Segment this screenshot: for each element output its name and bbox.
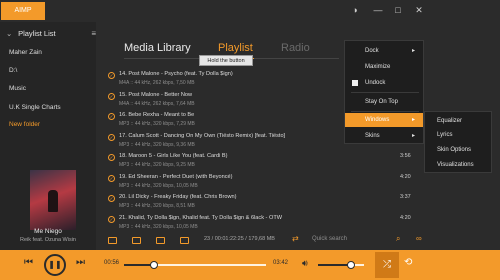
track-title: 16. Bebe Rexha - Meant to Be: [119, 112, 195, 118]
context-menu: Dock ▸ Maximize Undock Stay On Top Window…: [344, 40, 424, 144]
player-bar: ⏮ ❚❚ ⏭ 00:56 03:42 🔊︎ ⤮ ⟲: [0, 250, 500, 280]
playlist-info: 23 / 00:01:22:25 / 179,68 MB: [204, 236, 275, 242]
submenu-item-skin-options[interactable]: Skin Options: [437, 147, 471, 153]
sidebar-item-d-drive[interactable]: D:\: [9, 67, 17, 74]
track-row[interactable]: ✓ 18. Maroon 5 - Girls Like You (feat. Ca…: [108, 151, 428, 171]
tab-radio[interactable]: Radio: [281, 42, 310, 54]
track-row[interactable]: ✓ 20. Lil Dicky - Freaky Friday (feat. Ch…: [108, 192, 428, 212]
track-check-icon[interactable]: ✓: [108, 113, 115, 120]
volume-slider[interactable]: [318, 261, 364, 269]
link-icon[interactable]: ∞: [416, 234, 422, 243]
track-title: 21. Khalid, Ty Dolla $ign, Khalid feat. …: [119, 214, 283, 221]
track-meta: MP3 :: 44 kHz, 320 kbps, 9,25 MB: [119, 162, 195, 168]
playlist-list-header[interactable]: ⌄ Playlist List ≡: [6, 29, 96, 43]
seek-knob[interactable]: [149, 261, 158, 269]
track-check-icon[interactable]: ✓: [108, 92, 115, 100]
remove-files-icon[interactable]: [132, 237, 141, 244]
maximize-icon[interactable]: □: [392, 4, 404, 16]
sidebar-item-uk-single-charts[interactable]: U.K Single Charts: [9, 104, 61, 111]
track-meta: MP3 :: 44 kHz, 320 kbps, 9,36 MB: [119, 141, 195, 148]
track-check-icon[interactable]: ✓: [108, 195, 115, 202]
submenu-item-lyrics[interactable]: Lyrics: [437, 132, 452, 138]
app-badge[interactable]: AIMP: [1, 2, 45, 20]
album-art: [30, 170, 76, 230]
menu-item-stay-on-top[interactable]: Stay On Top: [345, 95, 423, 109]
sidebar-item-music[interactable]: Music: [9, 85, 26, 92]
sidebar-item-new-folder[interactable]: New folder: [9, 121, 40, 128]
chevron-down-icon: ⌄: [6, 29, 13, 38]
tab-playlist[interactable]: Playlist: [218, 42, 253, 54]
now-playing-artist: Reik feat. Ozuna Wisin: [20, 237, 76, 243]
track-meta: MP3 :: 44 kHz, 320 kbps, 7,29 MB: [119, 121, 195, 127]
next-icon[interactable]: ⏭: [76, 257, 85, 268]
volume-icon[interactable]: 🔊︎: [302, 258, 308, 269]
quick-search-input[interactable]: Quick search: [312, 236, 347, 242]
close-icon[interactable]: ✕: [413, 4, 425, 16]
playlist-list-title: Playlist List: [18, 29, 56, 38]
tab-media-library[interactable]: Media Library: [124, 42, 191, 54]
windows-submenu: Equalizer Lyrics Skin Options Visualizat…: [424, 111, 492, 173]
track-title: 17. Calum Scott - Dancing On My Own (Tië…: [119, 132, 286, 139]
shuffle-icon[interactable]: ⤮: [375, 252, 399, 278]
menu-item-windows[interactable]: Windows ▸: [345, 113, 423, 127]
track-meta: M4A :: 44 kHz, 262 kbps, 7,50 MB: [119, 80, 195, 86]
track-duration: 3:37: [400, 194, 411, 200]
search-options-icon[interactable]: ⇄: [292, 234, 299, 243]
repeat-icon[interactable]: ⟲: [404, 257, 412, 268]
submenu-item-visualizations[interactable]: Visualizations: [437, 162, 474, 168]
track-meta: MP3 :: 44 kHz, 320 kbps, 8,51 MB: [119, 203, 195, 209]
add-files-icon[interactable]: [108, 237, 117, 244]
elapsed-time: 00:56: [104, 260, 120, 266]
sidebar-item-maher-zain[interactable]: Maher Zain: [9, 49, 42, 56]
menu-item-dock[interactable]: Dock ▸: [345, 44, 423, 58]
now-playing-title: Me Niego: [34, 228, 62, 235]
checked-icon: [352, 80, 358, 86]
menu-item-undock[interactable]: Undock: [345, 76, 423, 90]
track-check-icon[interactable]: ✓: [108, 215, 115, 223]
track-title: 18. Maroon 5 - Girls Like You (feat. Car…: [119, 153, 228, 159]
volume-knob[interactable]: [347, 261, 356, 269]
track-title: 14. Post Malone - Psycho (feat. Ty Dolla…: [119, 71, 233, 77]
search-icon[interactable]: ⌕: [396, 234, 400, 244]
previous-icon[interactable]: ⏮: [24, 257, 33, 268]
remaining-time: 03:42: [273, 260, 289, 266]
playlist-options-icon[interactable]: [180, 237, 189, 244]
theme-icon[interactable]: ◑: [349, 4, 361, 16]
track-title: 15. Post Malone - Better Now: [119, 91, 193, 98]
track-meta: MP3 :: 44 kHz, 320 kbps, 10,05 MB: [119, 182, 198, 189]
sort-icon[interactable]: [156, 237, 165, 244]
seek-bar[interactable]: [124, 261, 266, 269]
track-check-icon[interactable]: ✓: [108, 133, 115, 141]
track-title: 19. Ed Sheeran - Perfect Duet (with Beyo…: [119, 173, 233, 180]
aimp-window: AIMP ◑ — □ ✕ ⌄ Playlist List ≡ Maher Zai…: [0, 0, 500, 280]
track-row[interactable]: ✓ 19. Ed Sheeran - Perfect Duet (with Bey…: [108, 172, 428, 192]
playlist-sidebar: ⌄ Playlist List ≡ Maher Zain D:\ Music U…: [0, 22, 96, 250]
track-row[interactable]: ✓ 21. Khalid, Ty Dolla $ign, Khalid feat.…: [108, 213, 428, 233]
minimize-icon[interactable]: —: [372, 4, 384, 16]
submenu-item-equalizer[interactable]: Equalizer: [437, 118, 462, 124]
menu-item-maximize[interactable]: Maximize: [345, 60, 423, 74]
tooltip: Hold the button: [199, 55, 253, 66]
title-bar: AIMP ◑ — □ ✕: [0, 0, 500, 22]
track-duration: 4:20: [400, 173, 411, 180]
track-duration: 3:56: [400, 153, 411, 159]
pause-button[interactable]: ❚❚: [44, 254, 66, 276]
track-check-icon[interactable]: ✓: [108, 72, 115, 79]
track-meta: M4A :: 44 kHz, 262 kbps, 7,64 MB: [119, 100, 195, 107]
track-title: 20. Lil Dicky - Freaky Friday (feat. Chr…: [119, 194, 237, 200]
track-check-icon[interactable]: ✓: [108, 154, 115, 161]
menu-item-skins[interactable]: Skins ▸: [345, 129, 423, 143]
track-check-icon[interactable]: ✓: [108, 174, 115, 182]
track-duration: 4:20: [400, 214, 411, 221]
track-meta: MP3 :: 44 kHz, 320 kbps, 10,05 MB: [119, 223, 198, 230]
